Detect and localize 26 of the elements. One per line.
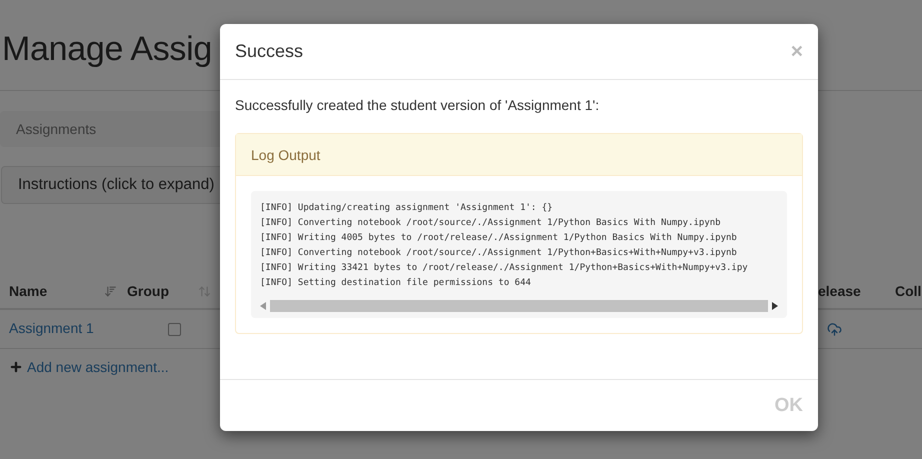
assignment-link[interactable]: Assignment 1 bbox=[9, 320, 94, 336]
column-header[interactable]: Group bbox=[127, 283, 169, 299]
page-title: Manage Assig bbox=[2, 29, 212, 70]
plus-icon[interactable] bbox=[9, 360, 23, 374]
column-header[interactable]: Name bbox=[9, 283, 48, 299]
scrollbar-thumb[interactable] bbox=[270, 300, 768, 312]
instructions-toggle[interactable]: Instructions (click to expand) bbox=[18, 176, 214, 194]
group-checkbox[interactable] bbox=[168, 322, 181, 336]
column-header[interactable]: elease bbox=[818, 283, 895, 299]
log-line: [INFO] Writing 33421 bytes to /root/release/./Assignment 1/Python+Basics+With+Numpy+v3.ipy bbox=[260, 262, 749, 275]
panel-title: Log Output bbox=[251, 146, 320, 162]
dialog-title: Success bbox=[235, 41, 304, 62]
log-line: [INFO] Writing 4005 bytes to /root/release/./Assignment 1/Python Basics With Numpy.ipynb bbox=[260, 232, 738, 245]
log-line: [INFO] Converting notebook /root/source/./Assignment 1/Python Basics With Numpy.ipynb bbox=[260, 217, 722, 230]
column-header[interactable]: Coll bbox=[895, 283, 922, 299]
success-message: Successfully created the student version of 'Assignment 1': bbox=[235, 97, 600, 113]
sort-icon[interactable] bbox=[198, 284, 211, 298]
add-assignment-link[interactable]: Add new assignment... bbox=[27, 359, 169, 375]
scroll-right-icon[interactable] bbox=[772, 302, 778, 310]
sort-icon[interactable] bbox=[104, 284, 117, 298]
breadcrumb-item: Assignments bbox=[16, 121, 96, 137]
log-line: [INFO] Converting notebook /root/source/./Assignment 1/Python+Basics+With+Numpy+v3.ipynb bbox=[260, 247, 738, 260]
cloud-upload-icon[interactable] bbox=[827, 322, 842, 336]
log-line: [INFO] Setting destination file permissions to 644 bbox=[260, 277, 532, 290]
log-line: [INFO] Updating/creating assignment 'Assignment 1': {} bbox=[260, 202, 554, 215]
scroll-left-icon[interactable] bbox=[260, 302, 266, 310]
